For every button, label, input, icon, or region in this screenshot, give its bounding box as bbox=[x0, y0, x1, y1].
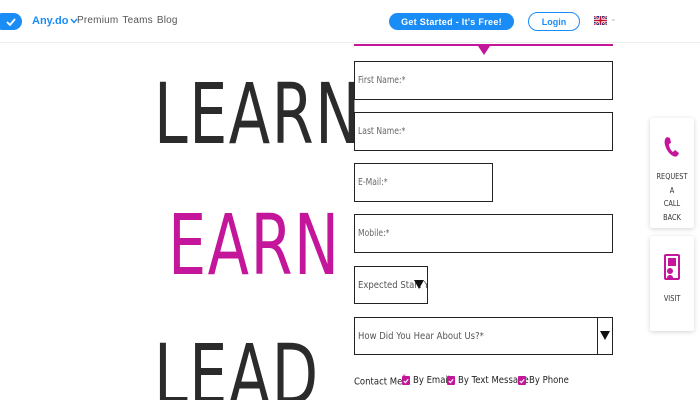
email-input[interactable] bbox=[358, 164, 472, 201]
nav-links: Premium Teams Blog bbox=[77, 15, 178, 26]
checkbox-phone-label: By Phone bbox=[529, 375, 569, 386]
mobile-input[interactable] bbox=[358, 215, 574, 252]
email-field-wrapper bbox=[354, 163, 493, 202]
checkbox-email-label: By Email bbox=[413, 375, 451, 386]
visit-card[interactable]: VISIT bbox=[650, 236, 694, 331]
brand-menu[interactable]: Any.do bbox=[32, 15, 79, 27]
brand-name: Any.do bbox=[32, 15, 69, 27]
mobile-field-wrapper bbox=[354, 214, 613, 253]
hear-about-us-value: How Did You Hear About Us?* bbox=[358, 330, 484, 342]
checkbox-phone[interactable] bbox=[518, 376, 526, 385]
uk-flag-icon[interactable] bbox=[594, 16, 607, 25]
request-callback-label: REQUEST A CALL BACK bbox=[656, 172, 688, 222]
headline-learn: LEARN bbox=[154, 65, 362, 163]
form-pointer-arrow-icon bbox=[478, 46, 490, 55]
nav-link-premium[interactable]: Premium bbox=[77, 15, 118, 26]
headline-lead: LEAD bbox=[154, 326, 320, 400]
last-name-field-wrapper bbox=[354, 112, 613, 151]
hear-about-us-select[interactable]: How Did You Hear About Us?* bbox=[354, 317, 613, 355]
nav-link-teams[interactable]: Teams bbox=[122, 15, 152, 26]
request-callback-card[interactable]: REQUEST A CALL BACK bbox=[650, 118, 694, 228]
contact-me-label: Contact Me* bbox=[354, 373, 406, 387]
first-name-input[interactable] bbox=[358, 62, 574, 99]
select-divider bbox=[597, 318, 598, 354]
headline-earn: EARN bbox=[168, 196, 341, 294]
nav-link-blog[interactable]: Blog bbox=[157, 15, 178, 26]
checkbox-text-message[interactable] bbox=[447, 376, 455, 385]
contact-by-phone-option[interactable]: By Phone bbox=[518, 375, 576, 386]
dropdown-arrow-icon bbox=[600, 331, 610, 340]
expected-start-select[interactable]: Expected Start Y bbox=[354, 266, 428, 304]
get-started-button[interactable]: Get Started - It's Free! bbox=[389, 13, 514, 30]
language-chevron-icon[interactable]: ⌄ bbox=[610, 14, 617, 23]
phone-icon bbox=[664, 137, 679, 157]
last-name-input[interactable] bbox=[358, 113, 574, 150]
top-navigation-bar: Any.do Premium Teams Blog Get Started - … bbox=[0, 0, 700, 43]
first-name-field-wrapper bbox=[354, 61, 613, 100]
dropdown-arrow-icon bbox=[414, 280, 424, 289]
login-button[interactable]: Login bbox=[528, 12, 580, 31]
visit-label: VISIT bbox=[663, 294, 681, 303]
visit-location-icon bbox=[664, 254, 680, 280]
checkbox-email[interactable] bbox=[402, 376, 410, 385]
check-logo-icon[interactable] bbox=[0, 13, 22, 30]
